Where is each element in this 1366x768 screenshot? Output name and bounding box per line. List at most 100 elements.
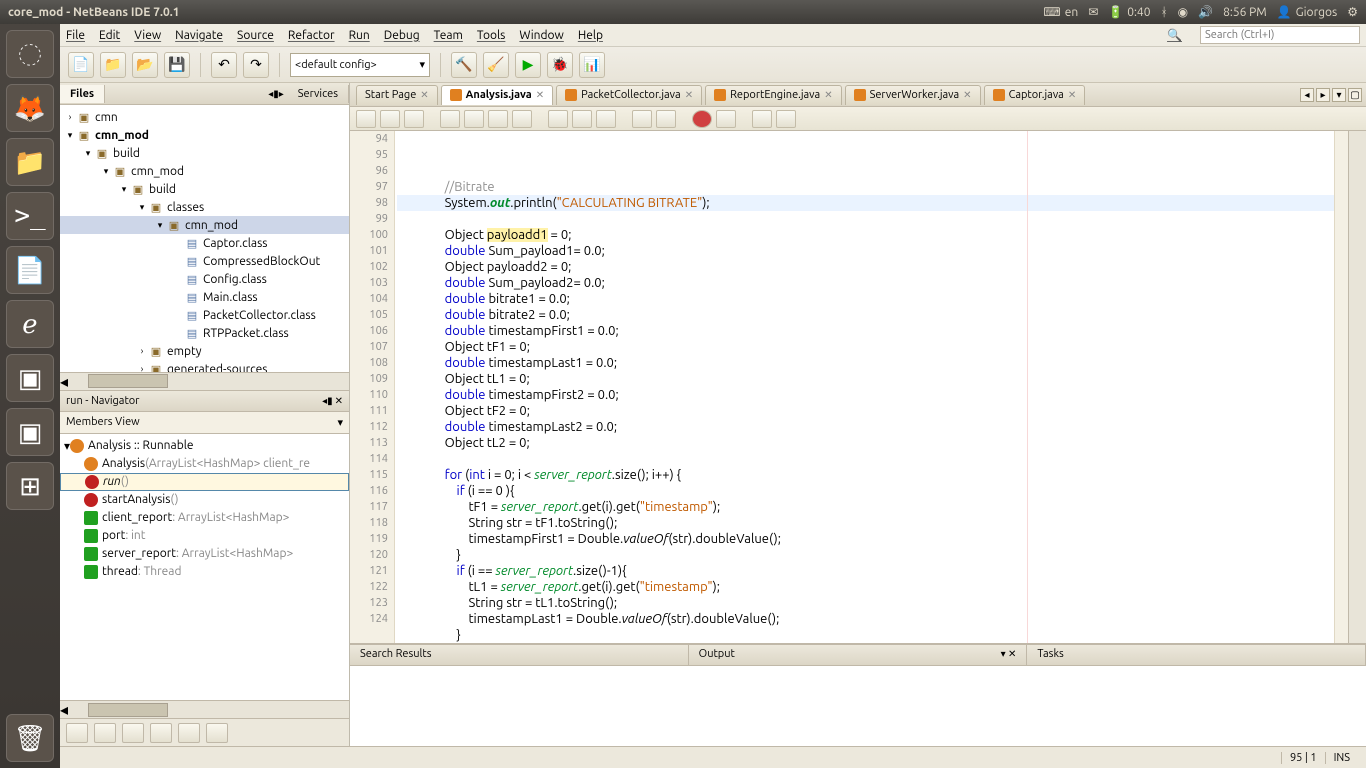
gear-icon[interactable]: ⚙ — [1347, 5, 1358, 19]
tab-tasks[interactable]: Tasks — [1027, 645, 1366, 665]
navigator-close-icon[interactable]: ✕ — [335, 395, 343, 407]
keyboard-indicator[interactable]: ⌨ en — [1043, 5, 1078, 19]
code-editor[interactable]: 9495969798991001011021031041051061071081… — [350, 131, 1366, 644]
navigator-item[interactable]: Analysis(ArrayList<HashMap> client_re — [60, 455, 349, 473]
tree-row[interactable]: ▤RTPPacket.class — [60, 324, 349, 342]
files-tree[interactable]: ›▣cmn▾▣cmn_mod▾▣build▾▣cmn_mod▾▣build▾▣c… — [60, 105, 349, 372]
menu-view[interactable]: View — [134, 29, 161, 42]
workspace-switcher-icon[interactable]: ⊞ — [6, 462, 54, 510]
tab-search-results[interactable]: Search Results — [350, 645, 689, 665]
ed-find-sel[interactable] — [440, 110, 460, 128]
build-button[interactable]: 🔨 — [451, 52, 477, 78]
writer-icon[interactable]: 📄 — [6, 246, 54, 294]
volume-icon[interactable]: 🔊 — [1198, 5, 1213, 19]
editor-tab[interactable]: Analysis.java✕ — [441, 85, 553, 105]
nav-filter-2[interactable] — [94, 723, 116, 743]
menu-file[interactable]: File — [66, 29, 85, 42]
menu-tools[interactable]: Tools — [477, 29, 506, 42]
nav-filter-3[interactable] — [122, 723, 144, 743]
navigator-item[interactable]: startAnalysis() — [60, 491, 349, 509]
user-menu[interactable]: 👤 Giorgos — [1277, 5, 1338, 19]
profile-button[interactable]: 📊 — [579, 52, 605, 78]
dash-icon[interactable]: ◌ — [6, 30, 54, 78]
ed-uncomment[interactable] — [776, 110, 796, 128]
tab-files[interactable]: Files — [60, 85, 105, 103]
clock[interactable]: 8:56 PM — [1223, 6, 1267, 19]
close-tab-icon[interactable]: ✕ — [536, 89, 544, 101]
tree-row[interactable]: ›▣cmn — [60, 108, 349, 126]
editor-tab[interactable]: Start Page✕ — [356, 85, 438, 105]
navigator-min-icon[interactable]: ◂▮ — [322, 395, 333, 407]
tree-row[interactable]: ▾▣build — [60, 144, 349, 162]
error-stripe[interactable] — [1334, 131, 1348, 643]
tree-row[interactable]: ›▣empty — [60, 342, 349, 360]
tree-row[interactable]: ▤Config.class — [60, 270, 349, 288]
menu-run[interactable]: Run — [349, 29, 370, 42]
nav-filter-5[interactable] — [178, 723, 200, 743]
tree-row[interactable]: ▤Captor.class — [60, 234, 349, 252]
navigator-item[interactable]: thread : Thread — [60, 563, 349, 581]
tab-output[interactable]: Output▾ ✕ — [689, 645, 1028, 665]
close-tab-icon[interactable]: ✕ — [824, 89, 832, 101]
insert-mode[interactable]: INS — [1325, 752, 1358, 764]
tree-hscrollbar[interactable]: ◂ — [60, 372, 349, 390]
menu-navigate[interactable]: Navigate — [175, 29, 223, 42]
navigator-filter[interactable]: Members View▾ — [60, 412, 349, 434]
tab-scroll-left[interactable]: ◂ — [1300, 88, 1314, 102]
navigator-item[interactable]: run() — [60, 473, 349, 491]
close-tab-icon[interactable]: ✕ — [420, 89, 428, 101]
editor-vscrollbar[interactable] — [1348, 131, 1366, 643]
terminal-icon[interactable]: >_ — [6, 192, 54, 240]
tree-row[interactable]: ▤PacketCollector.class — [60, 306, 349, 324]
run-config-dropdown[interactable]: <default config>▾ — [290, 53, 430, 77]
ed-toggle-highlight[interactable] — [512, 110, 532, 128]
ed-find-prev[interactable] — [464, 110, 484, 128]
files-icon[interactable]: 📁 — [6, 138, 54, 186]
run-button[interactable]: ▶ — [515, 52, 541, 78]
tree-row[interactable]: ▾▣cmn_mod — [60, 216, 349, 234]
open-project-button[interactable]: 📂 — [132, 52, 158, 78]
navigator-hscrollbar[interactable]: ◂ — [60, 700, 349, 718]
mail-icon[interactable]: ✉ — [1088, 5, 1098, 19]
ed-nav-fwd[interactable] — [380, 110, 400, 128]
ed-shift-left[interactable] — [632, 110, 652, 128]
navigator-item[interactable]: client_report : ArrayList<HashMap> — [60, 509, 349, 527]
clean-build-button[interactable]: 🧹 — [483, 52, 509, 78]
editor-tab[interactable]: PacketCollector.java✕ — [556, 85, 702, 105]
maximize-editor[interactable]: ▢ — [1348, 88, 1362, 102]
ed-find-next[interactable] — [488, 110, 508, 128]
virtualbox-vm-icon[interactable]: ▣ — [6, 408, 54, 456]
trash-icon[interactable]: 🗑 — [6, 714, 54, 762]
menu-source[interactable]: Source — [237, 29, 274, 42]
code-content[interactable]: //Bitrate System.out.println("CALCULATIN… — [395, 131, 1334, 643]
tab-scroll-right[interactable]: ▸ — [1316, 88, 1330, 102]
navigator-item[interactable]: port : int — [60, 527, 349, 545]
navigator-tree[interactable]: ▾Analysis :: Runnable Analysis(ArrayList… — [60, 434, 349, 701]
tree-row[interactable]: ▤CompressedBlockOut — [60, 252, 349, 270]
menu-debug[interactable]: Debug — [384, 29, 420, 42]
new-project-button[interactable]: 📁 — [100, 52, 126, 78]
redo-button[interactable]: ↷ — [243, 52, 269, 78]
tree-row[interactable]: ▾▣classes — [60, 198, 349, 216]
ed-toggle-bookmark[interactable] — [596, 110, 616, 128]
tree-row[interactable]: ▾▣cmn_mod — [60, 162, 349, 180]
virtualbox-icon[interactable]: ▣ — [6, 354, 54, 402]
tree-row[interactable]: ▾▣build — [60, 180, 349, 198]
tab-services[interactable]: Services — [288, 85, 349, 103]
nav-filter-1[interactable] — [66, 723, 88, 743]
editor-tab[interactable]: ReportEngine.java✕ — [705, 85, 842, 105]
ed-comment[interactable] — [752, 110, 772, 128]
close-tab-icon[interactable]: ✕ — [1068, 89, 1076, 101]
undo-button[interactable]: ↶ — [211, 52, 237, 78]
new-file-button[interactable]: 📄 — [68, 52, 94, 78]
ed-prev-bookmark[interactable] — [548, 110, 568, 128]
menu-window[interactable]: Window — [519, 29, 563, 42]
bluetooth-icon[interactable]: ᚼ — [1160, 6, 1167, 19]
debug-button[interactable]: 🐞 — [547, 52, 573, 78]
firefox-icon[interactable]: 🦊 — [6, 84, 54, 132]
ed-last-edit[interactable] — [404, 110, 424, 128]
quicksearch-input[interactable] — [1200, 26, 1360, 44]
battery-indicator[interactable]: 🔋 0:40 — [1108, 5, 1150, 19]
editor-tab[interactable]: Captor.java✕ — [984, 85, 1086, 105]
menu-edit[interactable]: Edit — [99, 29, 120, 42]
